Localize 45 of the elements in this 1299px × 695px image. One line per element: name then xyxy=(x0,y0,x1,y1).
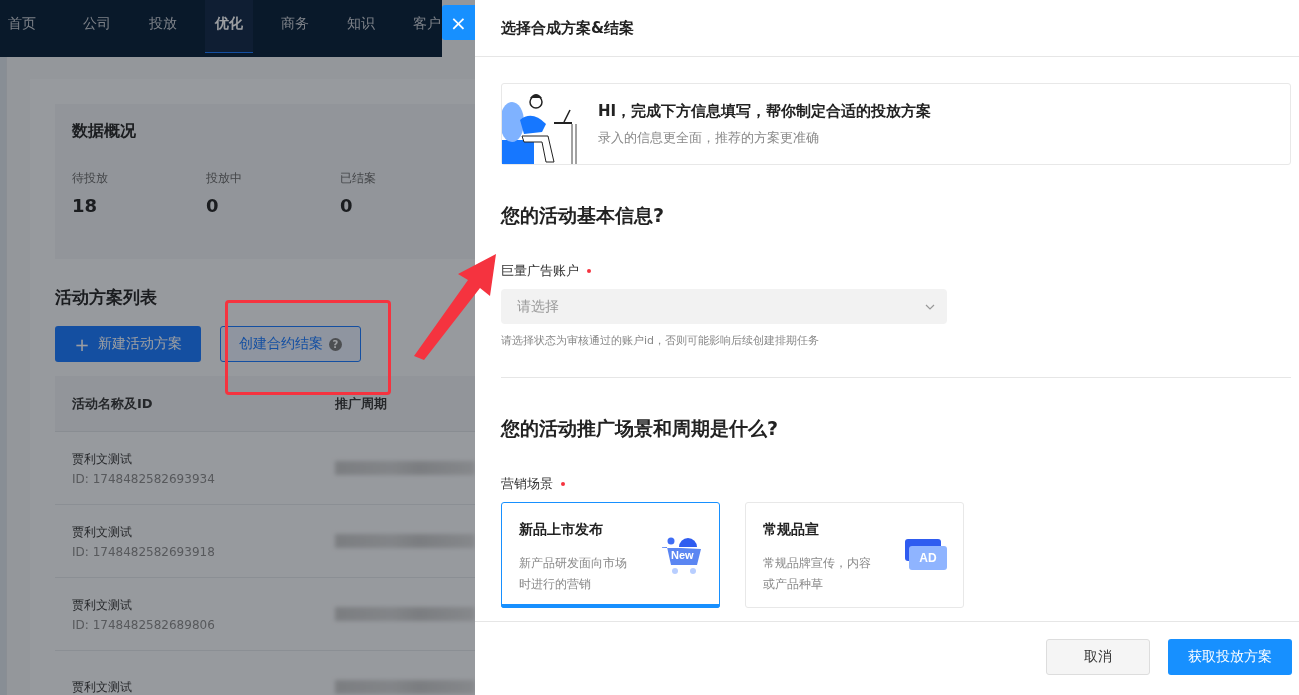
scene-option-card[interactable]: 新品上市发布 新产品研发面向市场时进行的营销 New xyxy=(501,502,720,608)
nav-tab[interactable]: 客户 xyxy=(403,0,442,57)
campaign-id: ID: 1748482582693918 xyxy=(72,544,216,559)
help-icon[interactable]: ? xyxy=(329,337,342,351)
nav-tab[interactable]: 知识 xyxy=(337,0,385,57)
option-description: 常规品牌宣传，内容或产品种草 xyxy=(763,555,872,593)
banner-subtitle: 录入的信息更全面，推荐的方案更准确 xyxy=(598,128,820,147)
campaign-id: ID: 1748482582693934 xyxy=(72,471,216,486)
account-select[interactable]: 请选择 xyxy=(501,289,947,324)
submit-button[interactable]: 获取投放方案 xyxy=(1168,639,1292,675)
chevron-down-icon xyxy=(925,303,935,310)
stat-value: 0 xyxy=(340,195,354,216)
campaign-name: 贾利文测试 xyxy=(72,678,133,695)
field-label: 巨量广告账户 xyxy=(501,262,579,280)
nav-tab[interactable]: 首页 xyxy=(0,0,46,57)
section-title: 数据概况 xyxy=(72,121,137,142)
campaign-id: ID: 1748482582689806 xyxy=(72,617,216,632)
column-header: 活动名称及ID xyxy=(71,394,154,413)
stat-label: 待投放 xyxy=(72,170,109,187)
section-title: 活动方案列表 xyxy=(55,286,158,309)
stat-label: 已结案 xyxy=(340,170,377,187)
close-button[interactable]: × xyxy=(442,5,475,40)
stat-value: 0 xyxy=(206,195,220,216)
create-contract-button[interactable]: 创建合约结案 ? xyxy=(220,326,361,362)
campaign-name: 贾利文测试 xyxy=(72,596,133,614)
column-header: 推广周期 xyxy=(335,394,387,413)
option-description: 新产品研发面向市场时进行的营销 xyxy=(519,555,628,593)
option-title: 新品上市发布 xyxy=(519,521,604,539)
stat-value: 18 xyxy=(72,195,99,216)
section-heading: 您的活动基本信息? xyxy=(501,203,666,228)
banner-title: HI，完成下方信息填写，帮你制定合适的投放方案 xyxy=(598,101,932,121)
nav-tab[interactable]: 投放 xyxy=(139,0,187,57)
cancel-button[interactable]: 取消 xyxy=(1046,639,1150,675)
section-heading: 您的活动推广场景和周期是什么? xyxy=(501,416,780,441)
new-plan-button[interactable]: + 新建活动方案 xyxy=(55,326,201,362)
campaign-name: 贾利文测试 xyxy=(72,450,133,468)
drawer-title: 选择合成方案&结案 xyxy=(501,18,635,38)
campaign-name: 贾利文测试 xyxy=(72,523,133,541)
stat-label: 投放中 xyxy=(206,170,243,187)
option-title: 常规品宣 xyxy=(763,521,820,539)
scene-option-card[interactable]: 常规品宣 常规品牌宣传，内容或产品种草 AD xyxy=(745,502,964,608)
field-label: 营销场景 xyxy=(501,475,553,493)
nav-tab[interactable]: 商务 xyxy=(271,0,319,57)
nav-tab[interactable]: 公司 xyxy=(73,0,121,57)
field-hint: 请选择状态为审核通过的账户id，否则可能影响后续创建排期任务 xyxy=(501,333,821,348)
